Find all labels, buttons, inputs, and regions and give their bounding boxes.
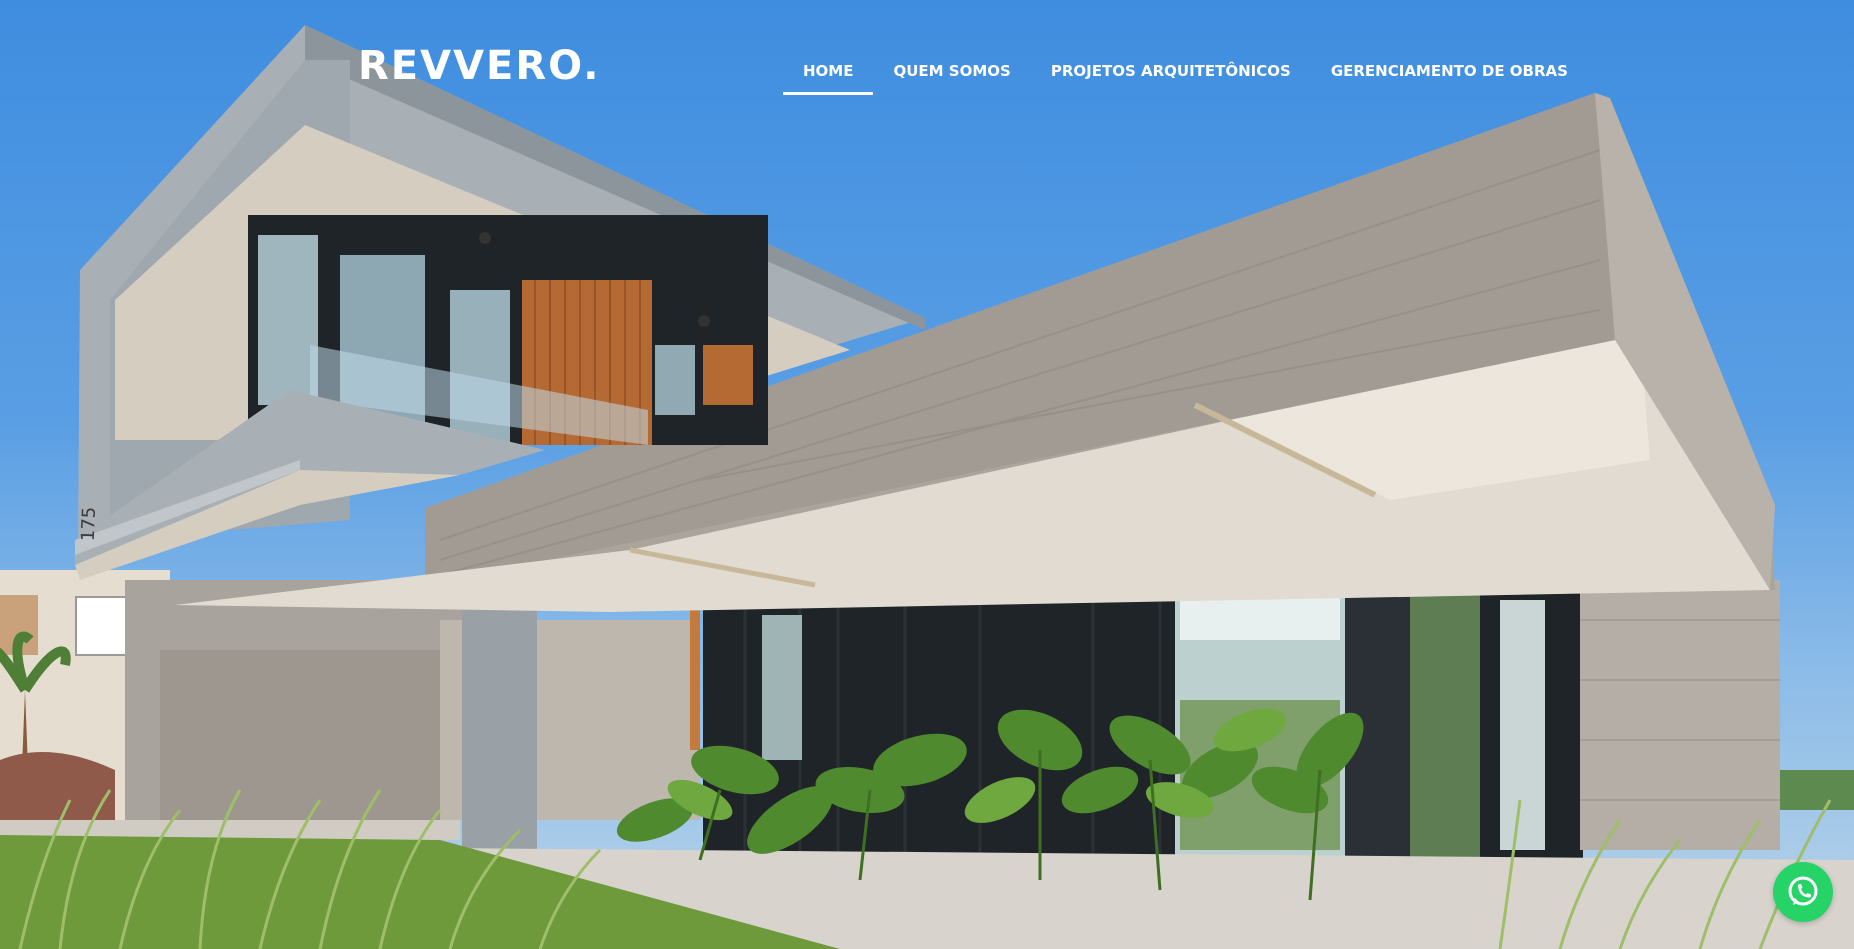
- site-header: REVVERO. HOME QUEM SOMOS PROJETOS ARQUIT…: [0, 0, 1854, 100]
- whatsapp-button[interactable]: [1773, 862, 1833, 922]
- nav-item-projetos-arquitetonicos[interactable]: PROJETOS ARQUITETÔNICOS: [1031, 50, 1311, 82]
- whatsapp-icon: [1788, 876, 1818, 906]
- brand-logo[interactable]: REVVERO.: [358, 46, 600, 86]
- house-number: 175: [78, 506, 100, 541]
- nav-item-home[interactable]: HOME: [783, 50, 874, 95]
- main-nav: HOME QUEM SOMOS PROJETOS ARQUITETÔNICOS …: [783, 50, 1588, 95]
- hero-house-image: 175: [0, 25, 1854, 949]
- nav-item-quem-somos[interactable]: QUEM SOMOS: [873, 50, 1030, 82]
- nav-item-gerenciamento-de-obras[interactable]: GERENCIAMENTO DE OBRAS: [1311, 50, 1588, 82]
- hero-section: 175 REVVERO. HOME QUEM SOMOS PROJETOS AR…: [0, 0, 1854, 949]
